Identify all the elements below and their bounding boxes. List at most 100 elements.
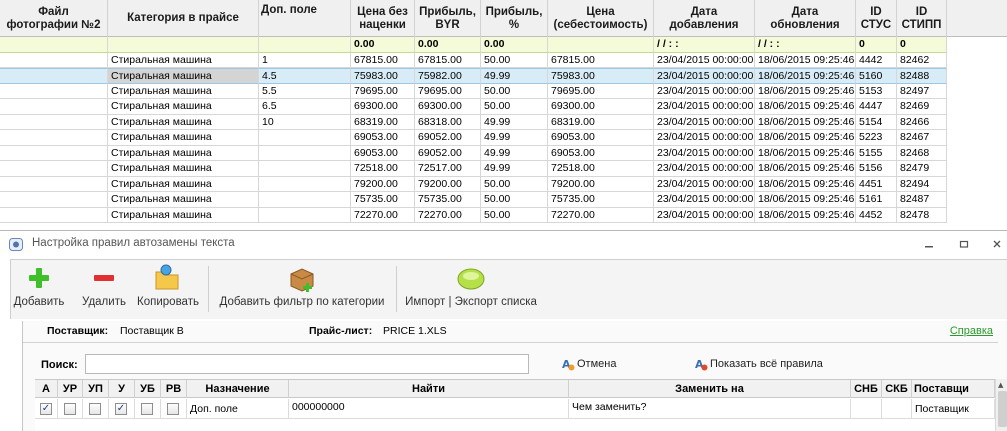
- col-header-category[interactable]: Категория в прайсе: [108, 0, 259, 37]
- cell-date-updated[interactable]: 18/06/2015 09:25:46: [755, 176, 856, 192]
- cell-extra-field[interactable]: 5.5: [259, 83, 351, 99]
- cell-profit-pct[interactable]: 49.99: [481, 145, 548, 161]
- cell-price-no-markup[interactable]: 75983.00: [351, 68, 415, 84]
- cell-extra-field[interactable]: [259, 37, 351, 53]
- table-row[interactable]: Стиральная машина 69053.00 69052.00 49.99 69…: [0, 145, 1007, 161]
- cell-id-stipp[interactable]: 82467: [897, 130, 947, 146]
- cell-id-stipp[interactable]: 0: [897, 37, 947, 53]
- show-all-rules-button[interactable]: A Показать всё правила: [694, 357, 823, 371]
- cell-profit-pct[interactable]: 49.99: [481, 161, 548, 177]
- cell-profit-pct[interactable]: 50.00: [481, 176, 548, 192]
- cell-profit-pct[interactable]: 49.99: [481, 68, 548, 84]
- cell-profit-pct[interactable]: 50.00: [481, 192, 548, 208]
- cell-category[interactable]: Стиральная машина: [108, 99, 259, 115]
- cell-date-added[interactable]: 23/04/2015 00:00:00: [654, 176, 755, 192]
- cell-id-stus[interactable]: 4451: [856, 176, 897, 192]
- cell-photo2[interactable]: [0, 145, 108, 161]
- cell-profit-byr[interactable]: 69052.00: [415, 130, 481, 146]
- col-header-photo2[interactable]: Файл фотографии №2: [0, 0, 108, 37]
- rule-checkbox-rv[interactable]: [167, 403, 179, 415]
- rule-replace[interactable]: Чем заменить?: [569, 399, 851, 419]
- cell-date-updated[interactable]: / / : :: [755, 37, 856, 53]
- table-row[interactable]: Стиральная машина 10 68319.00 68318.00 49.99…: [0, 114, 1007, 130]
- cell-price-no-markup[interactable]: 67815.00: [351, 52, 415, 68]
- cell-cost-price[interactable]: 69053.00: [548, 130, 654, 146]
- cell-photo2[interactable]: [0, 68, 108, 84]
- col-header-profit-pct[interactable]: Прибыль, %: [481, 0, 548, 37]
- cell-id-stus[interactable]: 5154: [856, 114, 897, 130]
- cell-date-updated[interactable]: 18/06/2015 09:25:46: [755, 114, 856, 130]
- cell-cost-price[interactable]: 69300.00: [548, 99, 654, 115]
- maximize-button[interactable]: [953, 235, 975, 253]
- cell-category[interactable]: Стиральная машина: [108, 130, 259, 146]
- search-input[interactable]: [85, 354, 529, 374]
- cell-profit-pct[interactable]: 50.00: [481, 83, 548, 99]
- cell-extra-field[interactable]: [259, 192, 351, 208]
- cell-id-stipp[interactable]: 82479: [897, 161, 947, 177]
- table-row[interactable]: Стиральная машина 5.5 79695.00 79695.00 50.0…: [0, 83, 1007, 99]
- add-button[interactable]: Добавить: [13, 264, 65, 316]
- cell-cost-price[interactable]: [548, 37, 654, 53]
- cell-profit-byr[interactable]: 69300.00: [415, 99, 481, 115]
- col-header-id-stipp[interactable]: ID СТИПП: [897, 0, 947, 37]
- cell-id-stus[interactable]: 5161: [856, 192, 897, 208]
- cell-photo2[interactable]: [0, 161, 108, 177]
- cell-cost-price[interactable]: 75983.00: [548, 68, 654, 84]
- cell-date-added[interactable]: 23/04/2015 00:00:00: [654, 192, 755, 208]
- cell-profit-pct[interactable]: 0.00: [481, 37, 548, 53]
- cell-date-updated[interactable]: 18/06/2015 09:25:46: [755, 99, 856, 115]
- cell-category[interactable]: Стиральная машина: [108, 114, 259, 130]
- rule-find[interactable]: 000000000: [289, 399, 569, 419]
- rule-checkbox-a[interactable]: ✓: [40, 403, 52, 415]
- cell-price-no-markup[interactable]: 69300.00: [351, 99, 415, 115]
- cell-id-stus[interactable]: 0: [856, 37, 897, 53]
- cell-photo2[interactable]: [0, 99, 108, 115]
- cell-id-stipp[interactable]: 82494: [897, 176, 947, 192]
- cell-photo2[interactable]: [0, 207, 108, 223]
- cell-id-stus[interactable]: 4452: [856, 207, 897, 223]
- cell-category[interactable]: Стиральная машина: [108, 52, 259, 68]
- cell-profit-byr[interactable]: 67815.00: [415, 52, 481, 68]
- table-row[interactable]: Стиральная машина 69053.00 69052.00 49.99 69…: [0, 130, 1007, 146]
- scroll-up-icon[interactable]: ▲: [998, 381, 1003, 389]
- cell-category[interactable]: Стиральная машина: [108, 192, 259, 208]
- cell-date-updated[interactable]: 18/06/2015 09:25:46: [755, 207, 856, 223]
- rules-col-snb[interactable]: СНБ: [851, 380, 882, 398]
- rules-col-ub[interactable]: УБ: [135, 380, 161, 398]
- cell-cost-price[interactable]: 79695.00: [548, 83, 654, 99]
- cell-profit-byr[interactable]: 72270.00: [415, 207, 481, 223]
- cell-date-added[interactable]: 23/04/2015 00:00:00: [654, 99, 755, 115]
- rule-skb[interactable]: [882, 399, 912, 419]
- cell-date-updated[interactable]: 18/06/2015 09:25:46: [755, 161, 856, 177]
- cell-cost-price[interactable]: 72270.00: [548, 207, 654, 223]
- add-category-filter-button[interactable]: Добавить фильтр по категории: [216, 264, 388, 316]
- col-header-date-added[interactable]: Дата добавления: [654, 0, 755, 37]
- cell-price-no-markup[interactable]: 69053.00: [351, 130, 415, 146]
- cell-id-stipp[interactable]: 82468: [897, 145, 947, 161]
- cell-id-stus[interactable]: 5156: [856, 161, 897, 177]
- table-row[interactable]: Стиральная машина 72270.00 72270.00 50.00 72…: [0, 207, 1007, 223]
- cell-profit-byr[interactable]: 72517.00: [415, 161, 481, 177]
- cell-date-updated[interactable]: 18/06/2015 09:25:46: [755, 130, 856, 146]
- delete-button[interactable]: Удалить: [79, 264, 129, 316]
- cell-id-stipp[interactable]: 82488: [897, 68, 947, 84]
- cell-photo2[interactable]: [0, 114, 108, 130]
- cell-photo2[interactable]: [0, 37, 108, 53]
- col-header-price-no-markup[interactable]: Цена без наценки: [351, 0, 415, 37]
- col-header-profit-byr[interactable]: Прибыль, BYR: [415, 0, 481, 37]
- cell-extra-field[interactable]: [259, 176, 351, 192]
- table-row[interactable]: Стиральная машина 75735.00 75735.00 50.00 75…: [0, 192, 1007, 208]
- cell-category[interactable]: Стиральная машина: [108, 68, 259, 84]
- cell-date-updated[interactable]: 18/06/2015 09:25:46: [755, 52, 856, 68]
- cell-date-added[interactable]: 23/04/2015 00:00:00: [654, 207, 755, 223]
- cell-id-stus[interactable]: 4442: [856, 52, 897, 68]
- cell-profit-byr[interactable]: 75982.00: [415, 68, 481, 84]
- rules-col-target[interactable]: Назначение: [187, 380, 289, 398]
- cell-profit-pct[interactable]: 49.99: [481, 130, 548, 146]
- cell-id-stipp[interactable]: 82478: [897, 207, 947, 223]
- cell-cost-price[interactable]: 75735.00: [548, 192, 654, 208]
- col-header-cost-price[interactable]: Цена (себестоимость): [548, 0, 654, 37]
- cell-cost-price[interactable]: 79200.00: [548, 176, 654, 192]
- cell-extra-field[interactable]: 6.5: [259, 99, 351, 115]
- cell-price-no-markup[interactable]: 79200.00: [351, 176, 415, 192]
